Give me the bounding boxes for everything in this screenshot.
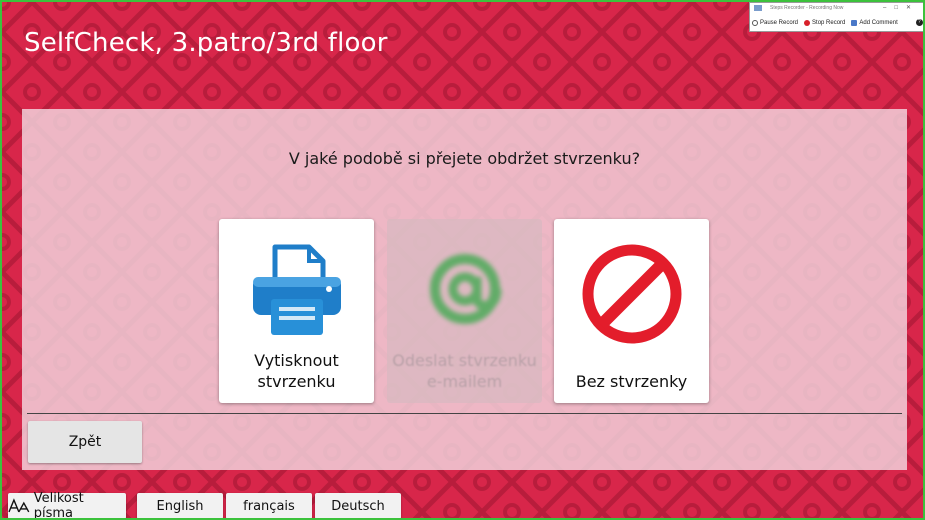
help-icon[interactable]: ? [915,19,923,26]
language-english-button[interactable]: English [137,493,223,518]
print-receipt-label-line2: stvrzenku [257,372,336,391]
font-size-label: Velikost písma [33,491,84,520]
no-receipt-option[interactable]: Bez stvrzenky [554,219,709,403]
print-receipt-option[interactable]: Vytisknout stvrzenku [219,219,374,403]
window-controls[interactable]: –□✕ [883,4,919,11]
recorder-app-icon [754,5,762,11]
recorder-title: Steps Recorder - Recording Now [770,5,844,11]
print-receipt-label-line1: Vytisknout [254,351,339,370]
comment-icon [851,19,858,26]
selfcheck-screen: SelfCheck, 3.patro/3rd floor Steps Recor… [0,0,925,520]
receipt-question: V jaké podobě si přejete obdržet stvrzen… [288,149,641,168]
font-size-icon [8,498,30,513]
stop-icon [804,19,811,26]
email-receipt-label-line2: e-mailem [426,372,503,391]
stop-record-label: Stop Record [812,19,846,26]
printer-icon [219,241,374,337]
no-receipt-label: Bez stvrzenky [575,372,688,391]
steps-recorder-window: Steps Recorder - Recording Now –□✕ Pause… [749,2,923,32]
language-french-button[interactable]: français [226,493,312,518]
pause-record-label: Pause Record [760,19,799,26]
no-entry-icon [554,241,709,344]
email-receipt-option: Odeslat stvrzenku e-mailem [387,219,542,403]
pause-icon [752,19,758,26]
add-comment-button[interactable]: Add Comment [851,19,898,26]
email-receipt-label-line1: Odeslat stvrzenku [392,351,537,370]
page-title: SelfCheck, 3.patro/3rd floor [24,28,388,58]
receipt-panel: V jaké podobě si přejete obdržet stvrzen… [22,109,907,470]
stop-record-button[interactable]: Stop Record [804,19,846,26]
add-comment-label: Add Comment [859,19,898,26]
language-german-button[interactable]: Deutsch [315,493,401,518]
at-sign-icon [387,241,542,337]
pause-record-button[interactable]: Pause Record [752,19,799,26]
font-size-button[interactable]: Velikost písma [8,491,126,520]
back-button[interactable]: Zpět [28,421,142,463]
panel-divider [27,413,902,414]
